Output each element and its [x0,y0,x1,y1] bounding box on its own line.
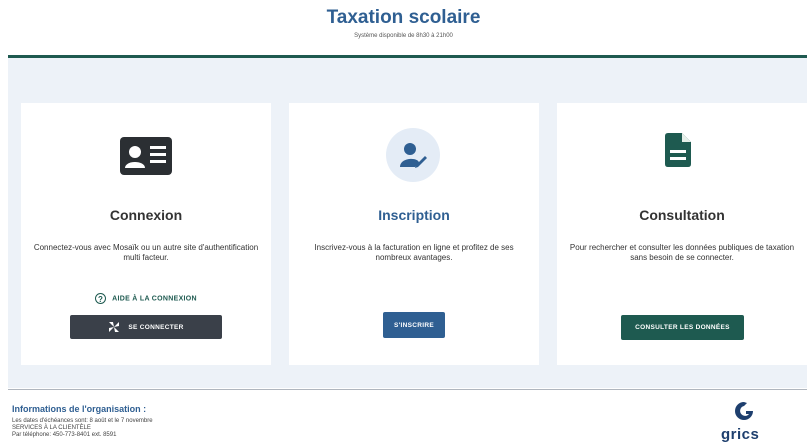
grics-logo: grics [721,426,760,443]
consult-button-label: CONSULTER LES DONNÉES [635,324,730,331]
page-footer: Informations de l'organisation : Les dat… [8,388,807,445]
connection-help-link[interactable]: ? AIDE À LA CONNEXION [21,293,271,304]
inscription-title: Inscription [378,207,450,223]
consultation-card: Consultation Pour rechercher et consulte… [557,103,807,365]
connexion-title: Connexion [109,207,183,223]
consultation-description: Pour rechercher et consulter les données… [569,243,795,262]
help-icon: ? [95,293,107,304]
phone-text: Par téléphone: 450-773-8401 ext. 8591 [12,432,117,438]
page-title: Taxation scolaire [326,7,481,28]
organization-info-title: Informations de l'organisation : [12,404,147,414]
consultation-title: Consultation [639,207,725,223]
document-icon [665,133,691,167]
connect-button[interactable]: SE CONNECTER [70,315,222,339]
customer-service-label: SERVICES À LA CLIENTÈLE [12,425,91,431]
availability-subtitle: Système disponible de 8h30 à 21h00 [354,33,453,39]
main-content: Connexion Connectez-vous avec Mosaïk ou … [8,58,807,388]
user-edit-icon [386,128,440,182]
inscription-card: Inscription Inscrivez-vous à la facturat… [289,103,539,365]
grics-logo-icon [735,402,753,420]
consult-data-button[interactable]: CONSULTER LES DONNÉES [621,315,744,340]
register-button[interactable]: S'INSCRIRE [383,312,445,338]
footer-divider [8,389,807,390]
id-card-icon [120,137,172,175]
due-dates-text: Les dates d'échéances sont: 8 août et le… [12,418,153,424]
page-header: Taxation scolaire Système disponible de … [0,0,807,55]
connexion-card: Connexion Connectez-vous avec Mosaïk ou … [21,103,271,365]
connexion-description: Connectez-vous avec Mosaïk ou un autre s… [33,243,259,262]
connect-button-label: SE CONNECTER [128,323,184,331]
register-button-label: S'INSCRIRE [394,321,434,329]
fan-logo-icon [109,322,120,332]
inscription-description: Inscrivez-vous à la facturation en ligne… [314,243,514,262]
help-link-label: AIDE À LA CONNEXION [112,295,197,303]
